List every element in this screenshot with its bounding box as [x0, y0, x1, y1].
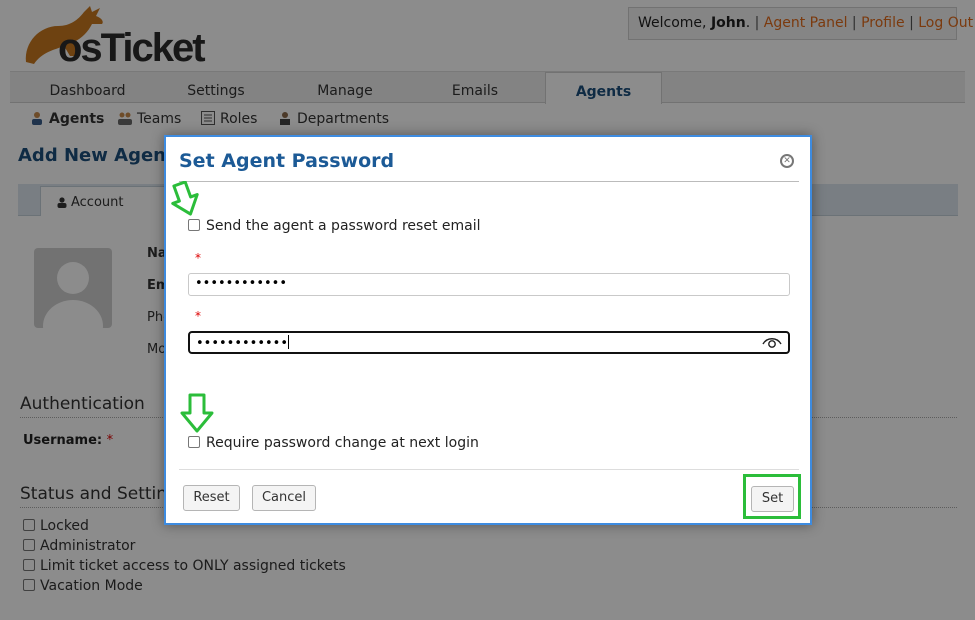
set-password-dialog: Set Agent Password ✕ Send the agent a pa… — [164, 135, 812, 525]
dialog-title: Set Agent Password — [179, 150, 395, 172]
required-mark: * — [195, 309, 201, 323]
cancel-button[interactable]: Cancel — [252, 485, 316, 511]
arrow-down-annotation-icon — [171, 181, 199, 216]
confirm-password-input[interactable]: •••••••••••• — [188, 331, 790, 354]
password-value: •••••••••••• — [195, 276, 288, 291]
required-mark: * — [195, 251, 201, 265]
require-password-change-checkbox[interactable] — [188, 436, 200, 448]
require-password-change-label: Require password change at next login — [206, 435, 479, 451]
close-icon[interactable]: ✕ — [780, 154, 794, 168]
password-input[interactable]: •••••••••••• — [188, 273, 790, 296]
require-password-change-option[interactable]: Require password change at next login — [188, 435, 479, 451]
divider — [179, 469, 799, 470]
confirm-password-value: •••••••••••• — [196, 336, 289, 351]
send-reset-email-option[interactable]: Send the agent a password reset email — [188, 218, 481, 234]
set-button[interactable]: Set — [751, 486, 794, 512]
divider — [179, 181, 799, 182]
send-reset-email-label: Send the agent a password reset email — [206, 218, 481, 234]
arrow-down-annotation-icon — [180, 393, 214, 433]
reset-button[interactable]: Reset — [183, 485, 240, 511]
text-caret — [288, 335, 290, 349]
show-password-eye-icon[interactable] — [762, 336, 782, 349]
send-reset-email-checkbox[interactable] — [188, 219, 200, 231]
